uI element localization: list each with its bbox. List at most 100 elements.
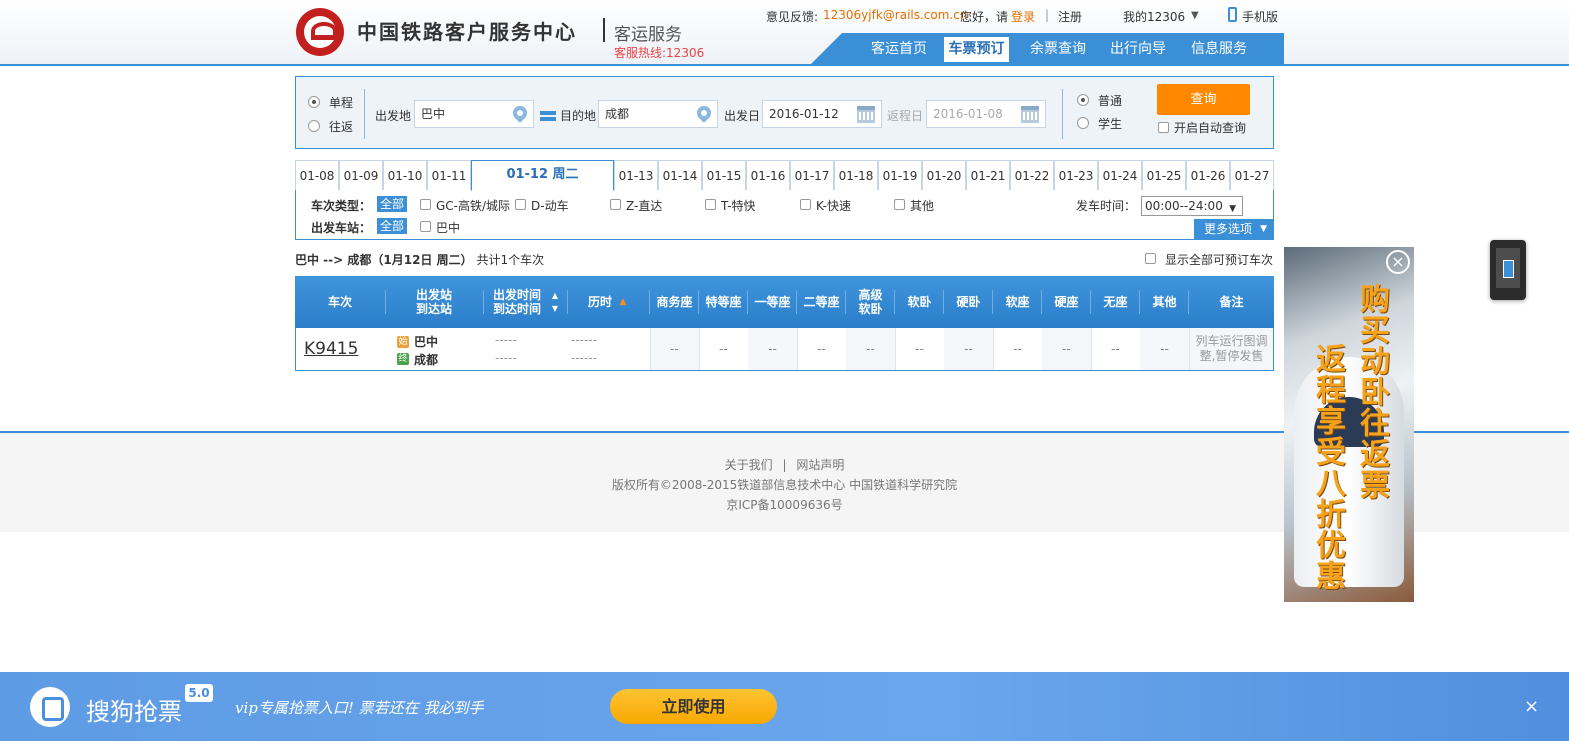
col-stations[interactable]: 出发站 到达站 — [386, 276, 482, 328]
swap-stations-icon[interactable] — [540, 109, 556, 123]
date-tab[interactable]: 01-25 — [1142, 160, 1186, 190]
date-tab[interactable]: 01-27 — [1230, 160, 1274, 190]
station-bazhong-label[interactable]: 巴中 — [436, 219, 460, 236]
auto-query-label[interactable]: 开启自动查询 — [1174, 119, 1246, 136]
date-tab[interactable]: 01-22 — [1010, 160, 1054, 190]
type-t-checkbox[interactable] — [705, 199, 716, 210]
date-tab[interactable]: 01-24 — [1098, 160, 1142, 190]
nav-remaining-tickets[interactable]: 余票查询 — [1023, 37, 1093, 62]
type-z-checkbox[interactable] — [610, 199, 621, 210]
type-gc-checkbox[interactable] — [420, 199, 431, 210]
type-d-checkbox[interactable] — [515, 199, 526, 210]
col-times[interactable]: 出发时间 到达时间 — [485, 276, 549, 328]
use-now-button[interactable]: 立即使用 — [610, 689, 777, 724]
one-way-label[interactable]: 单程 — [329, 94, 353, 111]
train-type-all-button[interactable]: 全部 — [377, 196, 408, 212]
col-other[interactable]: 其他 — [1140, 276, 1189, 328]
feedback-email-link[interactable]: 12306yjfk@rails.com.cn — [823, 8, 967, 22]
date-tab[interactable]: 01-21 — [966, 160, 1010, 190]
col-deluxe-sleeper[interactable]: 高级 软卧 — [846, 276, 895, 328]
one-way-radio[interactable] — [308, 96, 320, 108]
date-tab[interactable]: 01-10 — [383, 160, 427, 190]
about-us-link[interactable]: 关于我们 — [725, 458, 773, 472]
site-statement-link[interactable]: 网站声明 — [796, 458, 844, 472]
date-tab[interactable]: 01-20 — [922, 160, 966, 190]
col-soft-seat[interactable]: 软座 — [993, 276, 1042, 328]
type-t-label[interactable]: T-特快 — [721, 197, 756, 214]
nav-passenger-home[interactable]: 客运首页 — [864, 37, 934, 62]
date-tab[interactable]: 01-18 — [834, 160, 878, 190]
calendar-icon[interactable] — [1021, 106, 1039, 123]
train-number-link[interactable]: K9415 — [304, 339, 358, 359]
type-k-label[interactable]: K-快速 — [816, 197, 851, 214]
sort-asc-icon[interactable]: ▲ — [616, 276, 630, 328]
close-icon[interactable]: × — [1524, 696, 1539, 717]
type-gc-label[interactable]: GC-高铁/城际 — [436, 197, 510, 214]
type-other-checkbox[interactable] — [894, 199, 905, 210]
col-second-class[interactable]: 二等座 — [797, 276, 846, 328]
mobile-phone-icon[interactable] — [1228, 7, 1237, 22]
ticket-student-radio[interactable] — [1077, 117, 1089, 129]
login-link[interactable]: 登录 — [1011, 8, 1035, 25]
show-all-checkbox[interactable] — [1145, 253, 1156, 264]
date-tab[interactable]: 01-13 — [614, 160, 658, 190]
nav-ticket-booking[interactable]: 车票预订 — [944, 37, 1009, 62]
date-tab-selected[interactable]: 01-12 周二 — [471, 160, 614, 191]
show-all-label[interactable]: 显示全部可预订车次 — [1165, 251, 1273, 268]
date-tab[interactable]: 01-23 — [1054, 160, 1098, 190]
ticket-student-label[interactable]: 学生 — [1098, 115, 1122, 132]
ticket-normal-label[interactable]: 普通 — [1098, 92, 1122, 109]
depart-date-input[interactable]: 2016-01-12 — [762, 100, 882, 128]
mobile-version-link[interactable]: 手机版 — [1242, 8, 1278, 25]
col-hard-sleeper[interactable]: 硬卧 — [944, 276, 993, 328]
register-link[interactable]: 注册 — [1058, 8, 1082, 25]
date-tab[interactable]: 01-15 — [702, 160, 746, 190]
type-d-label[interactable]: D-动车 — [531, 197, 569, 214]
type-k-checkbox[interactable] — [800, 199, 811, 210]
to-station-input[interactable]: 成都 — [598, 100, 718, 128]
nav-info-service[interactable]: 信息服务 — [1184, 37, 1254, 62]
side-ad-banner[interactable]: 购买动卧往返票 返程享受八折优惠 × — [1284, 247, 1414, 602]
nav-travel-guide[interactable]: 出行向导 — [1103, 37, 1173, 62]
date-tab[interactable]: 01-11 — [427, 160, 471, 190]
round-trip-radio[interactable] — [308, 120, 320, 132]
from-station-input[interactable]: 巴中 — [414, 100, 534, 128]
date-tab[interactable]: 01-08 — [295, 160, 339, 190]
col-soft-sleeper[interactable]: 软卧 — [895, 276, 944, 328]
auto-query-checkbox[interactable] — [1158, 122, 1169, 133]
date-tab[interactable]: 01-14 — [658, 160, 702, 190]
from-station[interactable]: 巴中 — [414, 333, 438, 350]
date-tab[interactable]: 01-19 — [878, 160, 922, 190]
date-tab[interactable]: 01-26 — [1186, 160, 1230, 190]
chevron-down-icon[interactable]: ▼ — [1191, 10, 1199, 21]
station-all-button[interactable]: 全部 — [377, 218, 408, 234]
type-other-label[interactable]: 其他 — [910, 197, 934, 214]
date-tab[interactable]: 01-16 — [746, 160, 790, 190]
ticket-normal-radio[interactable] — [1077, 94, 1089, 106]
location-pin-icon[interactable] — [694, 103, 714, 123]
mobile-app-float-icon[interactable] — [1490, 240, 1526, 300]
type-z-label[interactable]: Z-直达 — [626, 197, 662, 214]
railway-logo-icon[interactable] — [296, 8, 344, 56]
station-bazhong-checkbox[interactable] — [420, 221, 431, 232]
sort-arrows-icon[interactable]: ▲ ▼ — [549, 276, 561, 328]
col-first-class[interactable]: 一等座 — [748, 276, 797, 328]
date-tab[interactable]: 01-09 — [339, 160, 383, 190]
col-hard-seat[interactable]: 硬座 — [1042, 276, 1091, 328]
return-date-input[interactable]: 2016-01-08 — [926, 100, 1046, 128]
to-station[interactable]: 成都 — [414, 351, 438, 368]
date-tab[interactable]: 01-17 — [790, 160, 834, 190]
col-train-no[interactable]: 车次 — [295, 276, 385, 328]
query-button[interactable]: 查询 — [1157, 84, 1250, 115]
calendar-icon[interactable] — [857, 106, 875, 123]
close-icon[interactable]: × — [1386, 250, 1410, 274]
from-station-value: 巴中 — [421, 107, 446, 121]
depart-time-select[interactable]: 00:00--24:00 ▼ — [1141, 196, 1243, 216]
round-trip-label[interactable]: 往返 — [329, 118, 353, 135]
col-no-seat[interactable]: 无座 — [1091, 276, 1140, 328]
col-special[interactable]: 特等座 — [699, 276, 748, 328]
my-12306-menu[interactable]: 我的12306 — [1123, 8, 1185, 25]
location-pin-icon[interactable] — [510, 103, 530, 123]
col-business[interactable]: 商务座 — [650, 276, 699, 328]
more-options-button[interactable]: 更多选项 ▼ — [1194, 219, 1274, 240]
